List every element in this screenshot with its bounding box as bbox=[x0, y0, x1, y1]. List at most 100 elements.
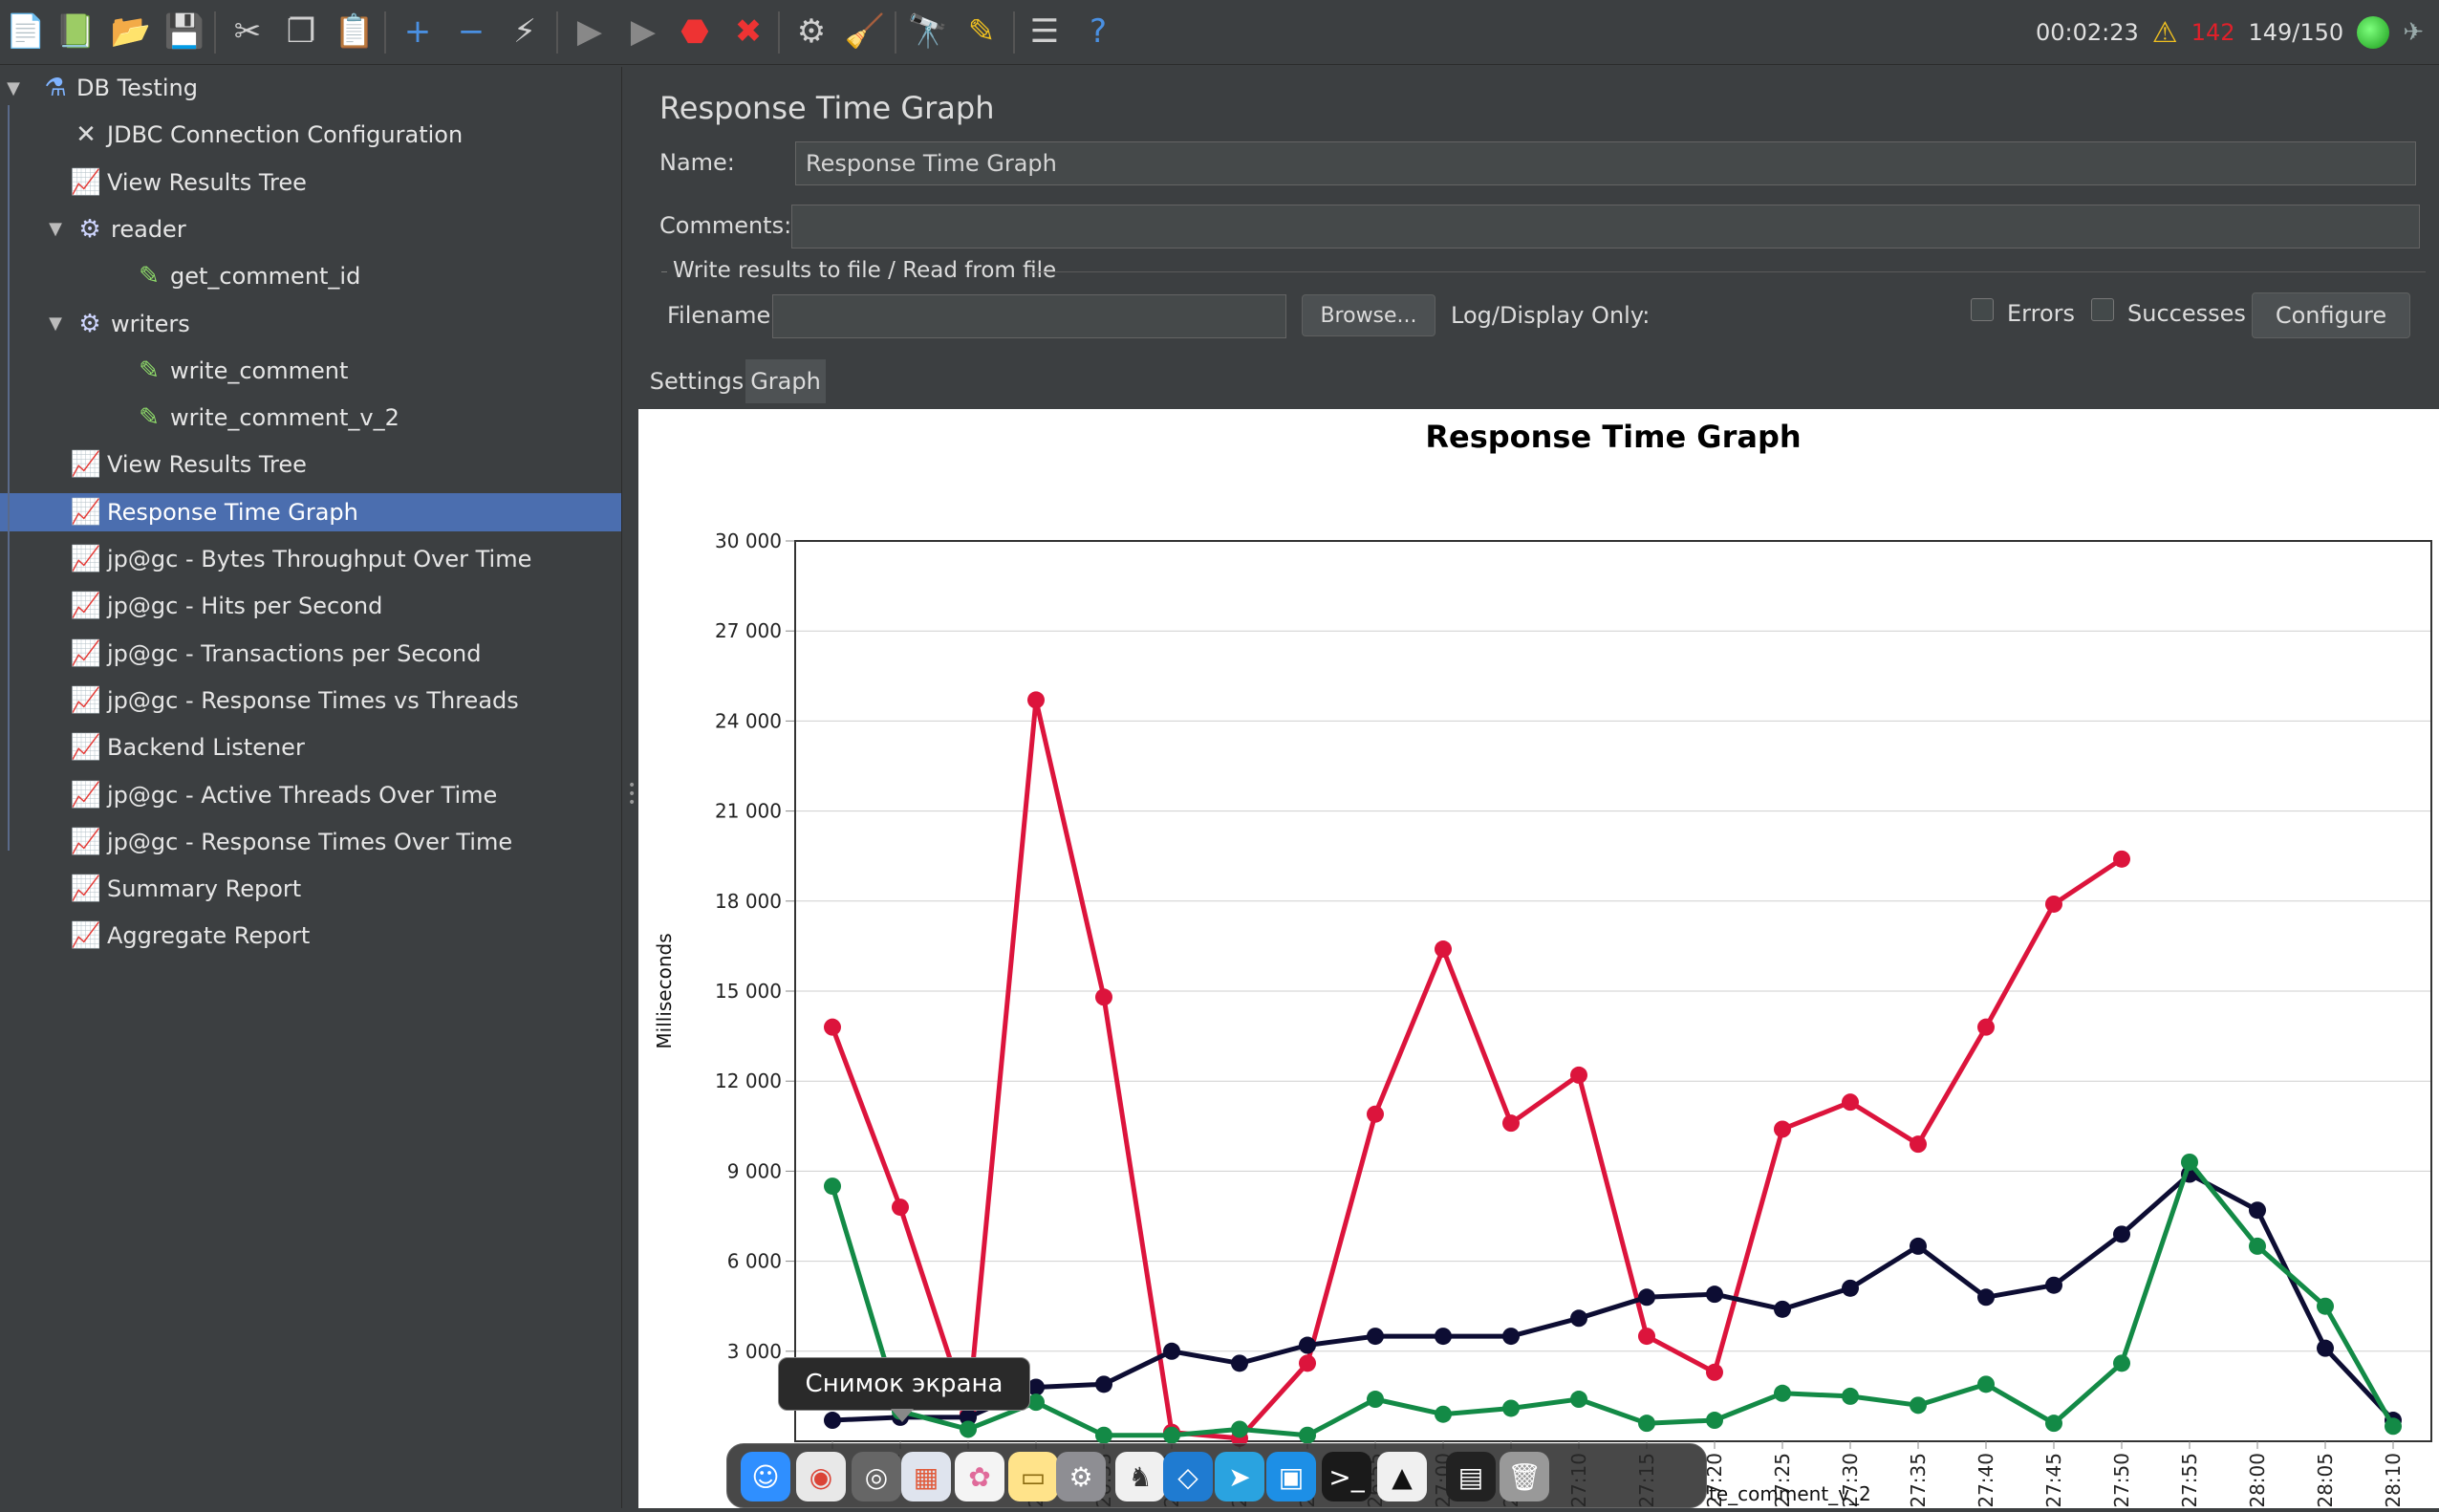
data-point bbox=[2045, 1276, 2062, 1294]
configure-button[interactable]: Configure bbox=[2252, 292, 2410, 338]
tree-item-label: jp@gc - Hits per Second bbox=[107, 593, 383, 620]
tree-item[interactable]: 📈 jp@gc - Response Times vs Threads bbox=[0, 681, 621, 720]
comments-field[interactable] bbox=[791, 205, 2420, 248]
search-icon[interactable]: 🔭 bbox=[906, 10, 950, 54]
clear-icon[interactable]: ⚙ bbox=[789, 10, 833, 54]
tree-item[interactable]: ✕ JDBC Connection Configuration bbox=[0, 116, 621, 154]
tree-item[interactable]: ▼ ⚙ writers bbox=[0, 305, 621, 343]
expand-toggle-icon[interactable]: ▼ bbox=[42, 219, 69, 239]
screenshot-icon[interactable]: ◎ bbox=[852, 1452, 901, 1501]
data-point bbox=[1435, 1328, 1452, 1346]
data-point bbox=[1842, 1279, 1859, 1297]
tree-item[interactable]: 📈 Backend Listener bbox=[0, 728, 621, 767]
y-tick-label: 6 000 bbox=[727, 1250, 782, 1273]
collapse-icon[interactable]: − bbox=[449, 10, 493, 54]
tree-item-label: write_comment bbox=[170, 356, 349, 384]
terminal-icon[interactable]: >_ bbox=[1322, 1452, 1371, 1501]
finder-icon[interactable]: ☺ bbox=[741, 1452, 790, 1501]
trash-icon[interactable]: 🗑 bbox=[1500, 1452, 1549, 1501]
data-point bbox=[824, 1412, 841, 1430]
toggle-icon[interactable]: ⚡ bbox=[503, 10, 547, 54]
data-point bbox=[1910, 1396, 1927, 1415]
graph-icon: 📈 bbox=[70, 921, 102, 951]
errors-checkbox[interactable] bbox=[1971, 298, 1994, 321]
x-tick-label: 17:27:55 bbox=[2178, 1453, 2201, 1508]
tree-item[interactable]: 📈 Response Time Graph bbox=[0, 492, 621, 531]
docker-icon[interactable]: ▣ bbox=[1266, 1452, 1316, 1501]
tree-item-label: write_comment_v_2 bbox=[170, 404, 399, 432]
panel-splitter[interactable]: • • • bbox=[621, 67, 638, 1508]
tree-item[interactable]: ✎ write_comment_v_2 bbox=[0, 399, 621, 437]
logo-icon: ✈ bbox=[2403, 18, 2424, 47]
paste-icon[interactable]: 📋 bbox=[333, 10, 377, 54]
file-section-title: Write results to file / Read from file bbox=[673, 258, 1057, 283]
notes-icon[interactable]: ▭ bbox=[1008, 1452, 1058, 1501]
shutdown-icon[interactable]: ✖ bbox=[726, 10, 770, 54]
tree-item[interactable]: 📈 Summary Report bbox=[0, 870, 621, 908]
photos-icon[interactable]: ✿ bbox=[955, 1452, 1004, 1501]
tree-item-label: Summary Report bbox=[107, 875, 302, 903]
tree-item[interactable]: 📈 jp@gc - Bytes Throughput Over Time bbox=[0, 540, 621, 578]
tab-settings[interactable]: Settings bbox=[648, 359, 745, 403]
browse-button[interactable]: Browse... bbox=[1302, 294, 1435, 336]
tree-item[interactable]: 📈 Aggregate Report bbox=[0, 917, 621, 955]
data-point bbox=[2249, 1201, 2266, 1220]
expand-toggle-icon[interactable]: ▼ bbox=[0, 78, 27, 98]
tree-item[interactable]: 📈 View Results Tree bbox=[0, 445, 621, 484]
filename-field[interactable] bbox=[772, 294, 1286, 338]
clear-all-icon[interactable]: 🧹 bbox=[843, 10, 887, 54]
chrome-icon[interactable]: ◉ bbox=[796, 1452, 846, 1501]
graph-icon: 📈 bbox=[70, 733, 102, 763]
warning-icon[interactable]: ⚠ bbox=[2152, 16, 2178, 50]
vscode-icon[interactable]: ◇ bbox=[1163, 1452, 1213, 1501]
inkscape-icon[interactable]: ▲ bbox=[1377, 1452, 1427, 1501]
save-icon[interactable]: 💾 bbox=[162, 10, 206, 54]
data-point bbox=[1502, 1114, 1520, 1133]
data-point bbox=[1638, 1415, 1655, 1433]
launchpad-icon[interactable]: ▦ bbox=[901, 1452, 951, 1501]
y-tick-label: 18 000 bbox=[715, 890, 782, 913]
expand-toggle-icon[interactable]: ▼ bbox=[42, 313, 69, 334]
tab-graph[interactable]: Graph bbox=[745, 359, 826, 403]
data-point bbox=[1095, 1426, 1112, 1444]
name-field[interactable]: Response Time Graph bbox=[795, 141, 2416, 185]
new-icon[interactable]: 📄 bbox=[4, 10, 48, 54]
successes-checkbox[interactable] bbox=[2091, 298, 2114, 321]
expand-icon[interactable]: + bbox=[396, 10, 440, 54]
tree-item[interactable]: 📈 jp@gc - Active Threads Over Time bbox=[0, 776, 621, 814]
start-no-pause-icon[interactable]: ▶ bbox=[621, 10, 665, 54]
data-point bbox=[2045, 1415, 2062, 1433]
function-helper-icon[interactable]: ☰ bbox=[1023, 10, 1067, 54]
settings-icon[interactable]: ⚙ bbox=[1056, 1452, 1106, 1501]
data-point bbox=[1435, 940, 1452, 959]
macos-dock: ☺ ◉ ◎ ▦ ✿ ▭ ⚙ ♞ ◇ ➤ ▣ >_ ▲ ▤ 🗑 bbox=[726, 1443, 1707, 1508]
tree-item[interactable]: ✎ get_comment_id bbox=[0, 257, 621, 295]
stop-icon[interactable]: ⬣ bbox=[673, 10, 717, 54]
jmeter-icon[interactable]: ♞ bbox=[1115, 1452, 1165, 1501]
start-icon[interactable]: ▶ bbox=[568, 10, 612, 54]
templates-icon[interactable]: 📗 bbox=[54, 10, 97, 54]
tree-item[interactable]: 📈 jp@gc - Response Times Over Time bbox=[0, 823, 621, 861]
help-icon[interactable]: ? bbox=[1076, 10, 1120, 54]
data-point bbox=[1163, 1342, 1180, 1360]
copy-icon[interactable]: ❐ bbox=[279, 10, 323, 54]
x-tick-label: 17:27:50 bbox=[2110, 1453, 2133, 1508]
tree-item[interactable]: ✎ write_comment bbox=[0, 352, 621, 390]
open-icon[interactable]: 📂 bbox=[109, 10, 153, 54]
gear-icon: ⚙ bbox=[78, 309, 101, 338]
tree-item[interactable]: ▼ ⚙ reader bbox=[0, 210, 621, 248]
tree-item[interactable]: ▼ ⚗ DB Testing bbox=[0, 69, 621, 107]
main-toolbar: 📄 📗 📂 💾 ✂ ❐ 📋 + − ⚡ ▶ ▶ ⬣ ✖ ⚙ 🧹 🔭 ✎ ☰ ? … bbox=[0, 0, 2439, 65]
screen-icon[interactable]: ▤ bbox=[1446, 1452, 1496, 1501]
cut-icon[interactable]: ✂ bbox=[226, 10, 270, 54]
x-tick-label: 17:28:00 bbox=[2246, 1453, 2269, 1508]
y-tick-label: 9 000 bbox=[727, 1159, 782, 1182]
graph-icon: 📈 bbox=[70, 685, 102, 715]
y-axis-label: Milliseconds bbox=[653, 933, 676, 1048]
tree-item[interactable]: 📈 jp@gc - Hits per Second bbox=[0, 587, 621, 625]
telegram-icon[interactable]: ➤ bbox=[1215, 1452, 1264, 1501]
reset-search-icon[interactable]: ✎ bbox=[960, 10, 1004, 54]
tree-item[interactable]: 📈 jp@gc - Transactions per Second bbox=[0, 635, 621, 673]
tree-item-label: writers bbox=[111, 310, 190, 337]
tree-item[interactable]: 📈 View Results Tree bbox=[0, 163, 621, 202]
